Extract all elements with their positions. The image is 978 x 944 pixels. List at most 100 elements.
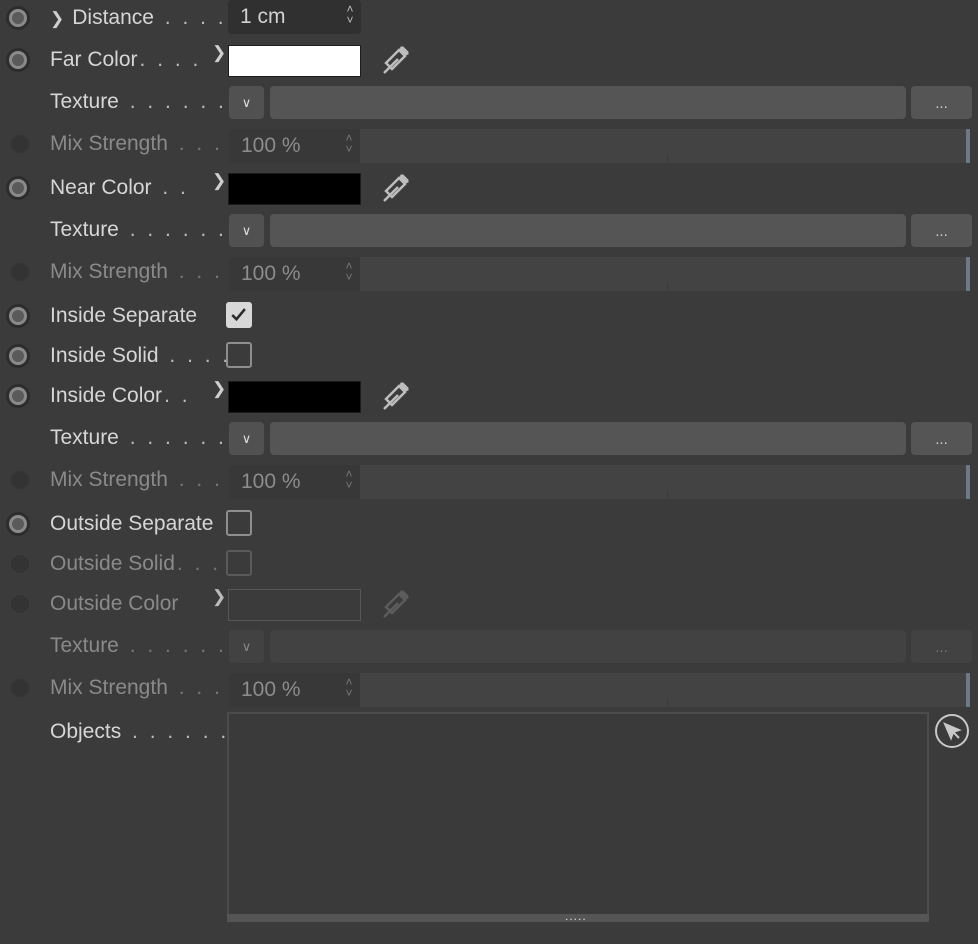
- distance-row: ❯ Distance . . . . 1 cm ˄ ˅: [0, 0, 978, 38]
- slider-handle[interactable]: [966, 465, 970, 499]
- texture-row-near: Texture . . . . . . . ∨ ...: [0, 210, 978, 250]
- mix-strength-value: 100 %: [241, 470, 301, 493]
- keyframe-circle-icon[interactable]: [11, 679, 29, 697]
- chevron-down-icon: ∨: [241, 222, 252, 238]
- mix-strength-slider[interactable]: [360, 257, 966, 291]
- far-color-swatch[interactable]: [228, 45, 361, 77]
- chevron-right-icon[interactable]: ❯: [50, 9, 64, 28]
- dots: . . .: [169, 468, 223, 491]
- dots: . . . . . . .: [120, 634, 245, 657]
- keyframe-circle-icon[interactable]: [6, 512, 30, 536]
- dots: . . . .: [139, 48, 202, 71]
- dots: . .: [164, 384, 191, 407]
- texture-label: Texture: [50, 90, 119, 113]
- far-color-label: Far Color: [50, 48, 138, 71]
- spinner-arrows-icon[interactable]: ˄ ˅: [342, 260, 356, 287]
- texture-link-field[interactable]: [270, 214, 906, 247]
- outside-color-swatch[interactable]: [228, 589, 361, 621]
- outside-solid-label: Outside Solid: [50, 552, 175, 575]
- texture-dropdown-button[interactable]: ∨: [229, 86, 264, 119]
- keyframe-circle-icon[interactable]: [6, 344, 30, 368]
- texture-link-field[interactable]: [270, 630, 906, 663]
- objects-resize-handle[interactable]: .....: [227, 909, 929, 923]
- keyframe-circle-icon[interactable]: [11, 595, 29, 613]
- chevron-down-icon: ∨: [241, 430, 252, 446]
- eyedropper-icon[interactable]: [378, 379, 412, 413]
- chevron-right-icon[interactable]: ❯: [212, 379, 226, 399]
- dots: . . .: [169, 132, 223, 155]
- eyedropper-icon[interactable]: [378, 43, 412, 77]
- inside-solid-row: Inside Solid . . . .: [0, 336, 978, 376]
- keyframe-circle-icon[interactable]: [6, 6, 30, 30]
- chevron-right-icon[interactable]: ❯: [212, 43, 226, 63]
- keyframe-circle-icon[interactable]: [11, 263, 29, 281]
- texture-link-field[interactable]: [270, 422, 906, 455]
- slider-handle[interactable]: [966, 257, 970, 291]
- eyedropper-icon[interactable]: [378, 587, 412, 621]
- spinner-arrows-icon[interactable]: ˄ ˅: [342, 132, 356, 159]
- keyframe-circle-icon[interactable]: [11, 471, 29, 489]
- inside-separate-row: Inside Separate: [0, 296, 978, 336]
- mix-strength-label: Mix Strength: [50, 468, 168, 491]
- keyframe-circle-icon[interactable]: [11, 555, 29, 573]
- outside-color-label: Outside Color: [50, 592, 179, 615]
- inside-color-swatch[interactable]: [228, 381, 361, 413]
- spinner-arrows-icon[interactable]: ˄ ˅: [342, 468, 356, 495]
- mix-strength-slider[interactable]: [360, 129, 966, 163]
- outside-solid-row: Outside Solid. . .: [0, 544, 978, 584]
- texture-more-button[interactable]: ...: [911, 214, 972, 247]
- objects-list[interactable]: [227, 712, 929, 920]
- near-color-swatch[interactable]: [228, 173, 361, 205]
- keyframe-circle-icon[interactable]: [6, 48, 30, 72]
- distance-label: Distance: [72, 6, 154, 29]
- texture-label: Texture: [50, 634, 119, 657]
- chevron-right-icon[interactable]: ❯: [212, 171, 226, 191]
- slider-handle[interactable]: [966, 673, 970, 707]
- mix-strength-input[interactable]: 100 % ˄ ˅: [229, 673, 360, 707]
- slider-handle[interactable]: [966, 129, 970, 163]
- texture-more-button[interactable]: ...: [911, 630, 972, 663]
- pick-object-arrow-icon[interactable]: [934, 713, 970, 749]
- objects-label: Objects: [50, 720, 122, 743]
- texture-label: Texture: [50, 426, 119, 449]
- inside-solid-checkbox[interactable]: [226, 342, 252, 368]
- mix-strength-label: Mix Strength: [50, 676, 168, 699]
- keyframe-circle-icon[interactable]: [6, 304, 30, 328]
- dots: . . . .: [160, 344, 232, 367]
- texture-dropdown-button[interactable]: ∨: [229, 422, 264, 455]
- mix-strength-value: 100 %: [241, 678, 301, 701]
- outside-separate-row: Outside Separate: [0, 504, 978, 544]
- mix-strength-slider[interactable]: [360, 673, 966, 707]
- keyframe-circle-icon[interactable]: [6, 176, 30, 200]
- distance-input[interactable]: 1 cm ˄ ˅: [228, 0, 361, 34]
- inside-separate-checkbox[interactable]: [226, 302, 252, 328]
- spinner-arrows-icon[interactable]: ˄ ˅: [343, 3, 357, 30]
- spinner-arrows-icon[interactable]: ˄ ˅: [342, 676, 356, 703]
- mix-strength-value: 100 %: [241, 262, 301, 285]
- texture-dropdown-button[interactable]: ∨: [229, 630, 264, 663]
- mix-strength-input[interactable]: 100 % ˄ ˅: [229, 257, 360, 291]
- outside-color-row: Outside Color ❯: [0, 584, 978, 624]
- mix-strength-slider[interactable]: [360, 465, 966, 499]
- dots: . . . . . . .: [120, 90, 245, 113]
- inside-color-label: Inside Color: [50, 384, 163, 407]
- keyframe-circle-icon[interactable]: [11, 135, 29, 153]
- inside-solid-label: Inside Solid: [50, 344, 159, 367]
- texture-more-button[interactable]: ...: [911, 86, 972, 119]
- dots: . . .: [169, 260, 223, 283]
- texture-more-button[interactable]: ...: [911, 422, 972, 455]
- chevron-right-icon[interactable]: ❯: [212, 587, 226, 607]
- mix-strength-input[interactable]: 100 % ˄ ˅: [229, 129, 360, 163]
- mix-strength-value: 100 %: [241, 134, 301, 157]
- texture-link-field[interactable]: [270, 86, 906, 119]
- outside-solid-checkbox[interactable]: [226, 550, 252, 576]
- keyframe-circle-icon[interactable]: [6, 384, 30, 408]
- dots: . . .: [176, 552, 222, 575]
- dots: . . .: [169, 676, 223, 699]
- mix-strength-input[interactable]: 100 % ˄ ˅: [229, 465, 360, 499]
- eyedropper-icon[interactable]: [378, 171, 412, 205]
- distance-value: 1 cm: [240, 5, 286, 28]
- outside-separate-checkbox[interactable]: [226, 510, 252, 536]
- texture-dropdown-button[interactable]: ∨: [229, 214, 264, 247]
- mix-strength-label: Mix Strength: [50, 132, 168, 155]
